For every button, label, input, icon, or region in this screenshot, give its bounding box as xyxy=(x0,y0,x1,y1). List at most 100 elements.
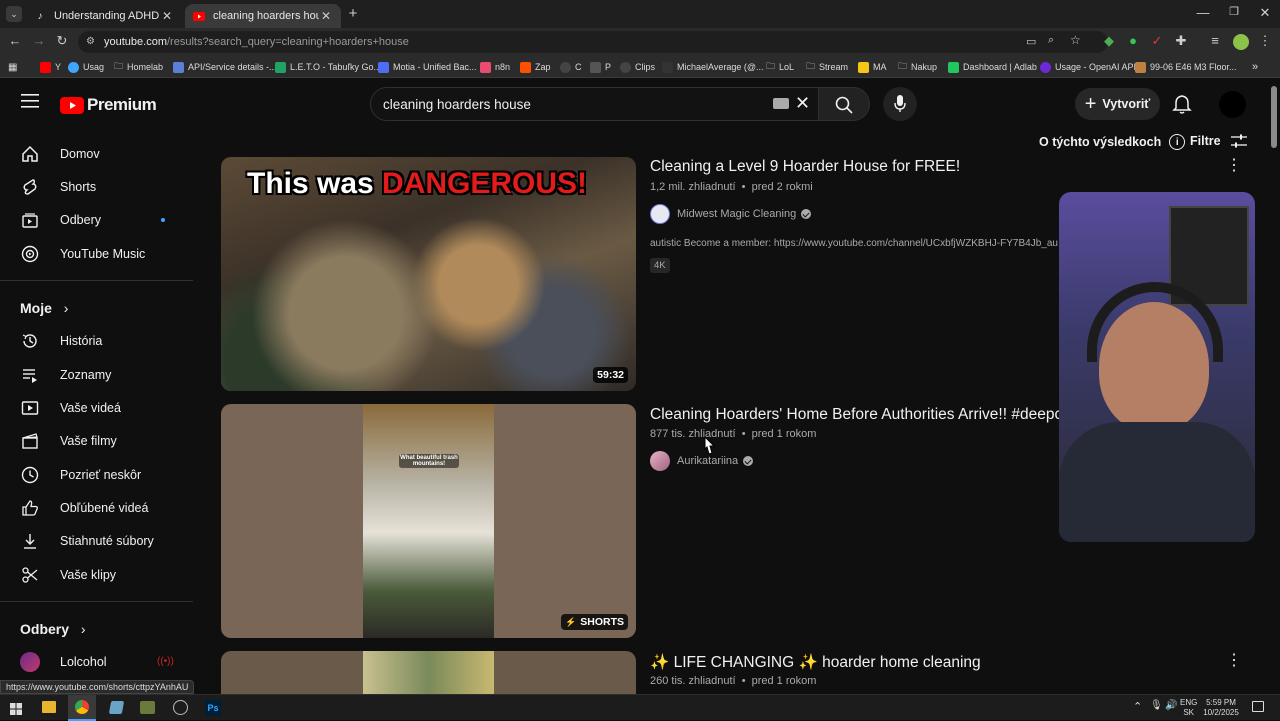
sidebar-section-you[interactable]: Moje › xyxy=(20,300,68,316)
more-bookmarks-icon[interactable]: » xyxy=(1252,60,1258,74)
extension-icon[interactable]: ● xyxy=(1126,33,1140,48)
tab-youtube[interactable]: cleaning hoarders house - You ✕ xyxy=(185,4,341,28)
sidebar-item-playlists[interactable]: Zoznamy xyxy=(20,365,111,385)
download-icon xyxy=(20,531,40,551)
sidebar-item-clips[interactable]: Vaše klipy xyxy=(20,565,116,585)
app-icon[interactable] xyxy=(140,701,155,714)
back-icon[interactable]: ← xyxy=(6,33,24,48)
app-icon[interactable] xyxy=(173,700,188,715)
bookmark[interactable]: API/Service details -... xyxy=(173,60,277,74)
volume-icon[interactable]: 🔊 xyxy=(1165,700,1177,711)
search-icon xyxy=(835,96,853,114)
bookmark[interactable]: 99-06 E46 M3 Floor... xyxy=(1135,60,1237,74)
minimize-icon[interactable]: — xyxy=(1195,5,1211,20)
video-title[interactable]: Cleaning a Level 9 Hoarder House for FRE… xyxy=(650,158,960,176)
app-icon[interactable] xyxy=(108,701,125,714)
video-title[interactable]: ✨ LIFE CHANGING ✨ hoarder home cleaning xyxy=(650,653,981,672)
account-avatar[interactable] xyxy=(1219,91,1246,118)
close-tab-icon[interactable]: ✕ xyxy=(160,9,174,23)
channel-link[interactable]: Midwest Magic Cleaning xyxy=(650,204,812,224)
profile-avatar[interactable] xyxy=(1233,34,1249,50)
bookmark-folder[interactable]: 🗀 LoL xyxy=(766,60,794,74)
voice-search-button[interactable] xyxy=(883,87,917,121)
bookmark[interactable]: n8n xyxy=(480,60,510,74)
video-meta: 877 tis. zhliadnutí • pred 1 rokom xyxy=(650,428,817,440)
url-bar[interactable]: ⚙ youtube.com /results?search_query=clea… xyxy=(78,31,1108,53)
sidebar-item-movies[interactable]: Vaše filmy xyxy=(20,431,117,451)
reading-list-icon[interactable]: ≡ xyxy=(1208,33,1222,48)
tab-search-button[interactable]: ⌄ xyxy=(6,6,22,22)
video-thumbnail[interactable] xyxy=(221,651,636,694)
sidebar-item-downloads[interactable]: Stiahnuté súbory xyxy=(20,531,154,551)
bookmark[interactable]: MA xyxy=(858,60,887,74)
bookmark[interactable]: P xyxy=(590,60,611,74)
keyboard-icon[interactable] xyxy=(773,98,789,109)
about-results[interactable]: O týchto výsledkoch i xyxy=(1039,134,1186,150)
extension-icon[interactable]: ◆ xyxy=(1102,33,1116,49)
file-explorer-icon[interactable] xyxy=(42,701,56,713)
bookmark[interactable]: Usag xyxy=(68,60,104,74)
more-actions-icon[interactable]: ⋮ xyxy=(1226,155,1242,175)
sidebar-item-youtube-music[interactable]: YouTube Music xyxy=(20,244,145,264)
bookmark-folder[interactable]: 🗀 Homelab xyxy=(114,60,163,74)
reload-icon[interactable]: ↻ xyxy=(53,33,71,49)
clear-search-icon[interactable]: ✕ xyxy=(795,93,810,114)
bookmark[interactable]: Clips xyxy=(620,60,655,74)
sidebar-item-your-videos[interactable]: Vaše videá xyxy=(20,398,121,418)
page-scrollbar[interactable] xyxy=(1271,86,1277,148)
sidebar-section-subscriptions[interactable]: Odbery › xyxy=(20,621,86,637)
notification-center-icon[interactable] xyxy=(1252,701,1264,712)
language-indicator[interactable]: ENG SK xyxy=(1180,698,1197,718)
sidebar-item-home[interactable]: Domov xyxy=(20,144,100,164)
start-icon[interactable] xyxy=(10,702,22,715)
forward-icon[interactable]: → xyxy=(30,33,48,48)
photoshop-icon[interactable]: Ps xyxy=(205,700,221,716)
close-tab-icon[interactable]: ✕ xyxy=(319,9,333,23)
clock[interactable]: 5:59 PM 10/2/2025 xyxy=(1203,698,1239,718)
create-button[interactable]: + Vytvoriť xyxy=(1075,88,1160,120)
bookmark[interactable]: Motia - Unified Bac... xyxy=(378,60,477,74)
sidebar-item-shorts[interactable]: Shorts xyxy=(20,177,96,197)
sidebar-item-watch-later[interactable]: Pozrieť neskôr xyxy=(20,465,141,485)
restore-icon[interactable]: ❐ xyxy=(1226,5,1242,18)
chrome-taskbar-icon[interactable] xyxy=(68,695,96,721)
video-meta: 260 tis. zhliadnutí • pred 1 rokom xyxy=(650,675,817,687)
bookmark[interactable]: Zap xyxy=(520,60,551,74)
bookmark-star-icon[interactable]: ☆ xyxy=(1070,33,1081,47)
zoom-icon[interactable]: ⌕ xyxy=(1048,34,1054,47)
search-box[interactable]: ✕ xyxy=(370,87,819,121)
video-thumbnail[interactable]: What beautiful trash mountains! ⚡ SHORTS xyxy=(221,404,636,638)
bookmark[interactable]: Y xyxy=(40,60,61,74)
site-info-icon[interactable]: ⚙ xyxy=(86,36,95,47)
bookmark[interactable]: MichaelAverage (@... xyxy=(662,60,764,74)
more-actions-icon[interactable]: ⋮ xyxy=(1226,650,1242,670)
bookmark[interactable]: L.E.T.O - Tabuľky Go... xyxy=(275,60,381,74)
video-title[interactable]: Cleaning Hoarders' Home Before Authoriti… xyxy=(650,406,1059,424)
video-thumbnail[interactable]: This was DANGEROUS! 59:32 xyxy=(221,157,636,391)
new-tab-button[interactable]: + xyxy=(345,5,361,22)
sidebar-item-channel[interactable]: Lolcohol xyxy=(20,652,170,672)
extension-icon[interactable]: ✓ xyxy=(1150,33,1164,49)
notifications-button[interactable] xyxy=(1172,94,1194,116)
extensions-puzzle-icon[interactable]: ✚ xyxy=(1174,33,1188,49)
tab-adhd[interactable]: ♪ Understanding ADHD Motivat ✕ xyxy=(26,4,182,28)
bookmark[interactable]: C xyxy=(560,60,582,74)
tray-chevron-icon[interactable]: ⌃ xyxy=(1133,700,1142,713)
youtube-logo[interactable]: Premium xyxy=(60,95,157,115)
search-input[interactable] xyxy=(383,95,763,113)
bookmark[interactable]: Usage - OpenAI API xyxy=(1040,60,1136,74)
filters-button[interactable]: Filtre xyxy=(1190,134,1247,148)
sidebar-item-subscriptions[interactable]: Odbery xyxy=(20,210,168,230)
sidebar-item-liked[interactable]: Obľúbené videá xyxy=(20,498,148,518)
browser-menu-icon[interactable]: ⋮ xyxy=(1258,33,1272,49)
install-app-icon[interactable]: ▭ xyxy=(1026,35,1036,48)
close-window-icon[interactable]: ✕ xyxy=(1257,5,1273,21)
apps-grid-icon[interactable]: ▦ xyxy=(8,60,17,74)
bookmark-folder[interactable]: 🗀 Nakup xyxy=(898,60,937,74)
sidebar-item-history[interactable]: História xyxy=(20,331,102,351)
microphone-tray-icon[interactable]: 🎙 xyxy=(1150,700,1163,711)
bookmark[interactable]: Dashboard | Adlab xyxy=(948,60,1037,74)
bookmark-folder[interactable]: 🗀 Stream xyxy=(806,60,848,74)
search-button[interactable] xyxy=(818,87,870,121)
hamburger-menu-icon[interactable] xyxy=(20,94,40,114)
